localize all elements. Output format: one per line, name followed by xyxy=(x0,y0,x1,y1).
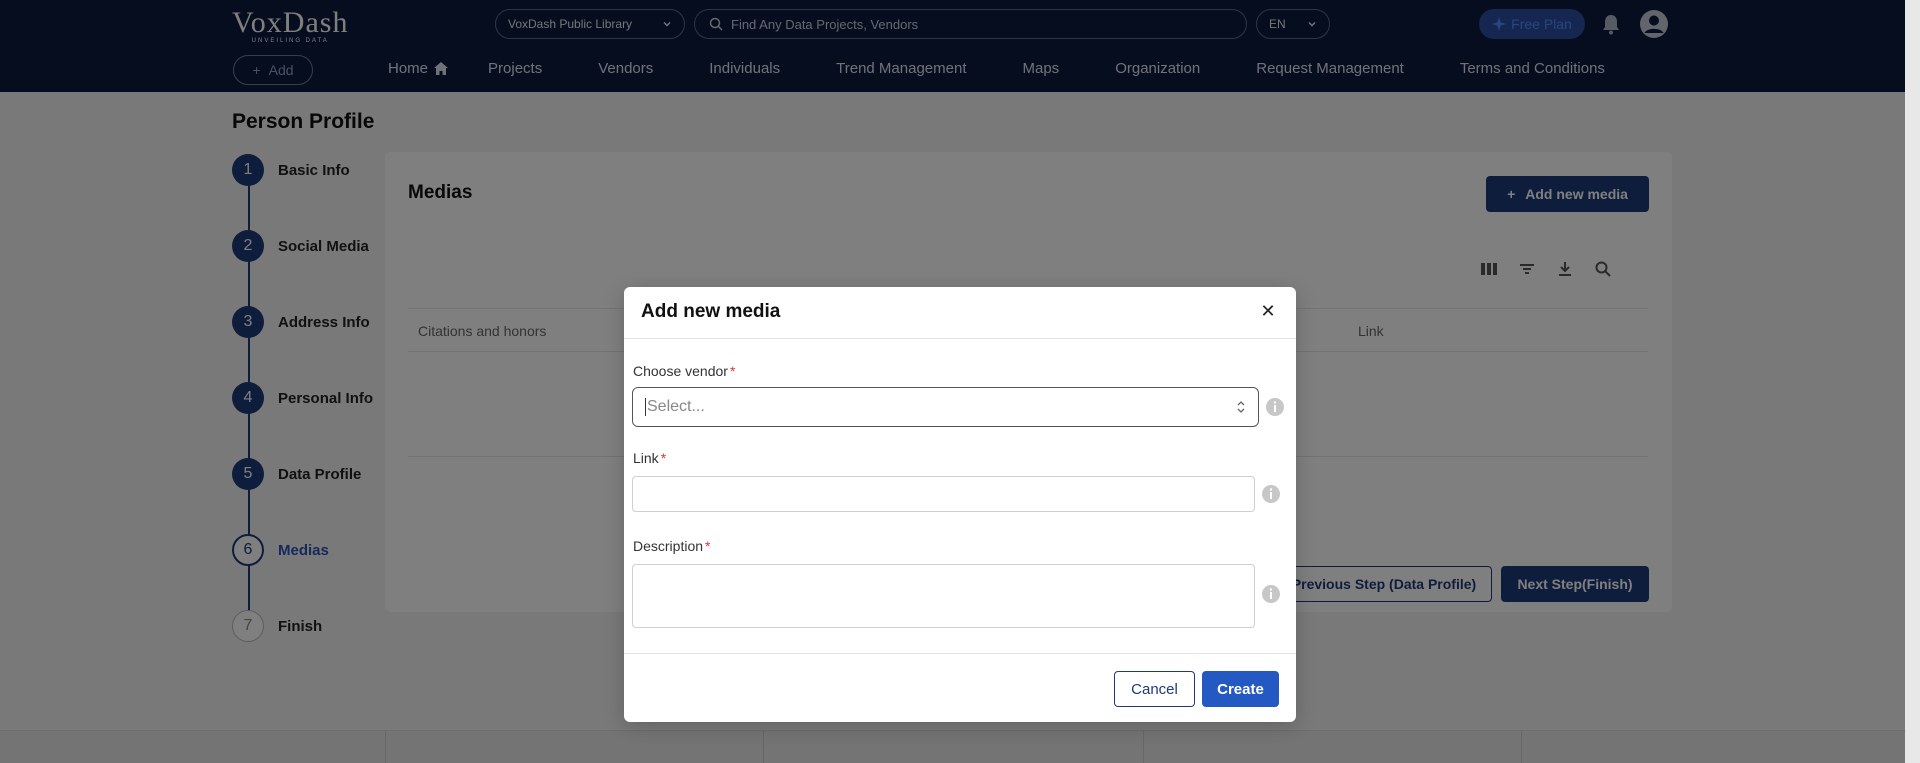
cancel-button[interactable]: Cancel xyxy=(1114,671,1195,707)
required-mark: * xyxy=(705,538,711,554)
close-icon[interactable]: ✕ xyxy=(1260,302,1276,320)
chevron-updown-icon xyxy=(1237,401,1245,413)
page-scrollbar[interactable] xyxy=(1905,0,1920,763)
description-textarea[interactable] xyxy=(632,564,1255,628)
modal-footer-divider xyxy=(624,653,1296,654)
required-mark: * xyxy=(660,450,667,466)
vendor-label: Choose vendor * xyxy=(633,363,736,379)
link-label: Link * xyxy=(633,450,667,466)
create-button[interactable]: Create xyxy=(1202,671,1279,707)
add-media-modal: Add new media ✕ Choose vendor * Select...… xyxy=(624,287,1296,722)
vendor-placeholder: Select... xyxy=(647,398,705,415)
info-icon[interactable] xyxy=(1261,484,1281,504)
required-mark: * xyxy=(729,363,736,379)
modal-title: Add new media xyxy=(641,301,781,322)
info-icon[interactable] xyxy=(1265,397,1285,417)
modal-header-divider xyxy=(624,338,1296,339)
vendor-select[interactable]: Select... xyxy=(632,387,1259,427)
description-label: Description * xyxy=(633,538,711,554)
link-input[interactable] xyxy=(632,476,1255,512)
text-cursor xyxy=(645,398,646,416)
info-icon[interactable] xyxy=(1261,584,1281,604)
